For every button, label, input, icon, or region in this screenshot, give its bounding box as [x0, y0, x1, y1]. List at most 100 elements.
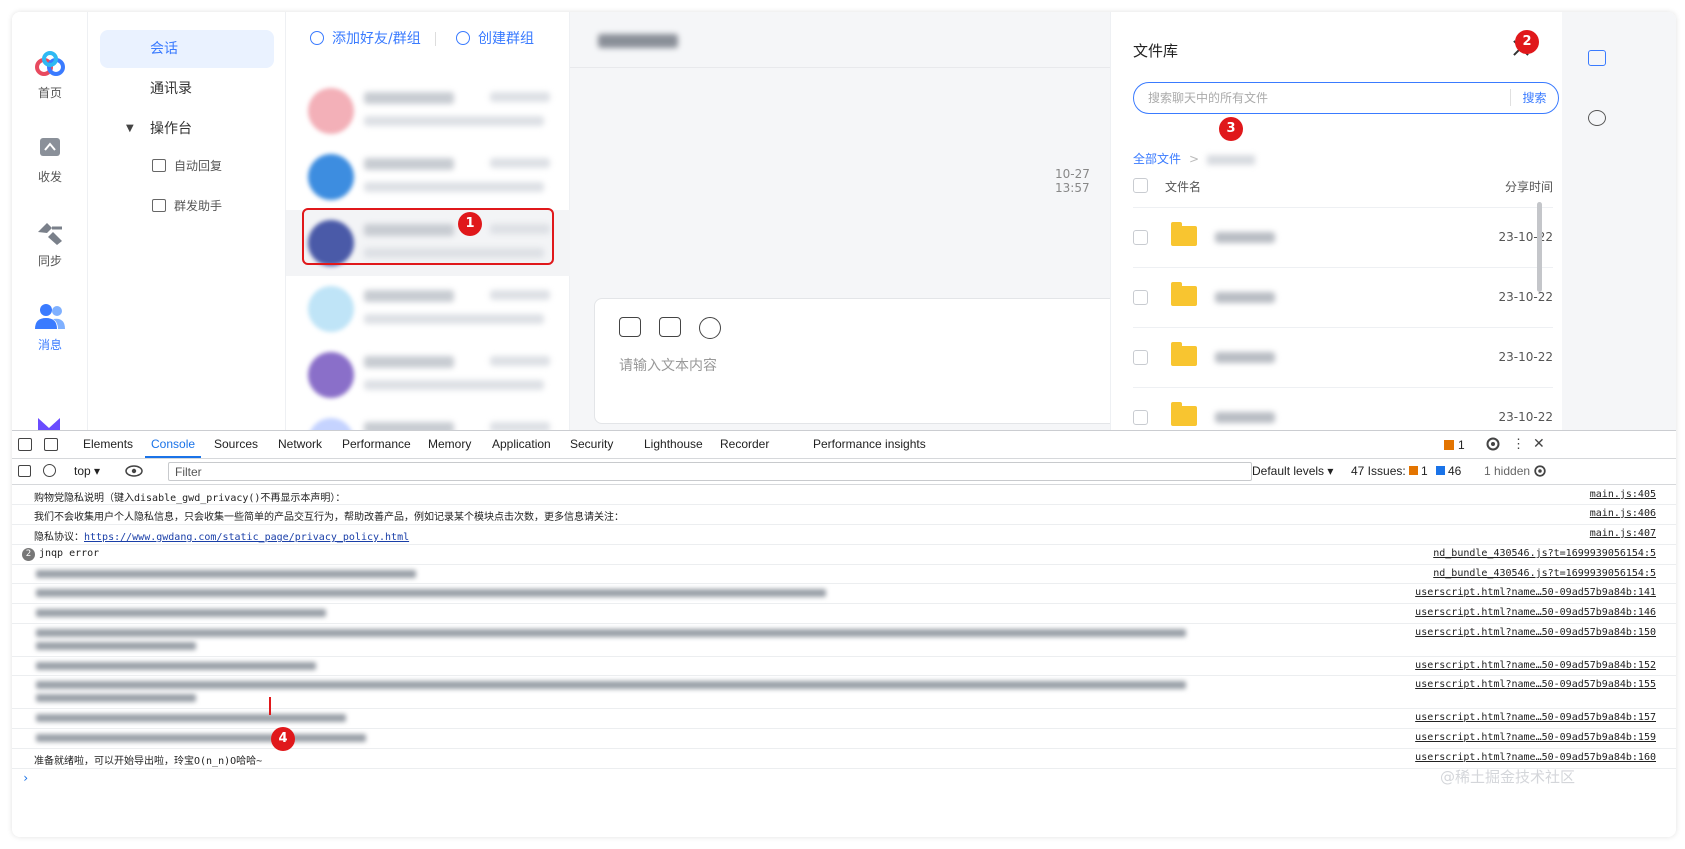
more-menu-icon[interactable]: ⋮ [1512, 436, 1525, 452]
console-filter-input[interactable] [175, 465, 1235, 479]
member-icon[interactable] [1588, 110, 1606, 126]
nav-item-sessions[interactable]: 会话 [100, 30, 274, 68]
issues-info[interactable]: 46 [1436, 464, 1461, 478]
console-source-link[interactable]: userscript.html?name…50-09ad57b9a84b:159 [1415, 732, 1656, 743]
nav-item-contacts[interactable]: 通讯录 [100, 70, 274, 108]
console-source-link[interactable]: userscript.html?name…50-09ad57b9a84b:146 [1415, 607, 1656, 618]
tab-performance[interactable]: Performance [342, 437, 411, 451]
issues-warn[interactable]: 1 [1409, 464, 1428, 478]
nav-item-auto-reply[interactable]: 自动回复 [100, 150, 274, 182]
console-source-link[interactable]: userscript.html?name…50-09ad57b9a84b:150 [1415, 627, 1656, 638]
console-source-link[interactable]: userscript.html?name…50-09ad57b9a84b:160 [1415, 752, 1656, 763]
conversation-time [490, 92, 550, 102]
console-settings-icon[interactable] [1533, 464, 1547, 478]
clear-console-icon[interactable] [43, 464, 56, 477]
tab-console[interactable]: Console [144, 437, 202, 458]
redacted-text [36, 694, 196, 702]
nav-item-console[interactable]: 操作台 [100, 110, 274, 148]
console-source-link[interactable]: userscript.html?name…50-09ad57b9a84b:157 [1415, 712, 1656, 723]
console-source-link[interactable]: userscript.html?name…50-09ad57b9a84b:141 [1415, 587, 1656, 598]
rail-sync-label: 同步 [37, 254, 62, 268]
tab-sources[interactable]: Sources [214, 437, 258, 451]
tab-lighthouse[interactable]: Lighthouse [644, 437, 703, 451]
log-levels-dropdown[interactable]: Default levels ▾ [1252, 464, 1333, 478]
console-source-link[interactable]: userscript.html?name…50-09ad57b9a84b:155 [1415, 679, 1656, 690]
file-library-panel: 文件库 搜索 全部文件 > 文件名 分享时间 23-10-22 [1110, 12, 1562, 450]
rail-sync[interactable]: 同步 [12, 218, 88, 269]
tab-recorder[interactable]: Recorder [720, 437, 769, 451]
hidden-count[interactable]: 1 hidden [1484, 464, 1530, 478]
settings-gear-icon[interactable] [1485, 436, 1501, 452]
row-checkbox[interactable] [1133, 410, 1148, 425]
message-composer[interactable]: 请输入文本内容 [594, 298, 1134, 424]
conversation-item[interactable] [286, 78, 570, 144]
close-devtools-icon[interactable]: ✕ [1533, 435, 1545, 452]
rail-send[interactable]: 收发 [12, 134, 88, 185]
emoji-icon[interactable] [699, 317, 721, 339]
redacted-text [36, 609, 326, 617]
tab-application[interactable]: Application [492, 437, 551, 451]
create-group-button[interactable]: 创建群组 [456, 28, 534, 48]
info-icon [1436, 466, 1445, 475]
rail-messages[interactable]: 消息 [12, 302, 88, 353]
console-source-link[interactable]: main.js:406 [1590, 508, 1656, 519]
console-source-link[interactable]: nd_bundle_430546.js?t=1699939056154:5 [1433, 548, 1656, 559]
file-row[interactable]: 23-10-22 [1133, 208, 1553, 268]
conversation-item[interactable] [286, 342, 570, 408]
breadcrumb-separator-icon: > [1189, 152, 1200, 166]
inspect-element-icon[interactable] [18, 438, 32, 451]
row-checkbox[interactable] [1133, 350, 1148, 365]
file-search-input[interactable] [1148, 89, 1508, 107]
file-list-scrollbar[interactable] [1537, 202, 1542, 292]
nav-item-group-send[interactable]: 群发助手 [100, 190, 274, 222]
row-checkbox[interactable] [1133, 290, 1148, 305]
row-checkbox[interactable] [1133, 230, 1148, 245]
annotation-badge-2: 2 [1515, 30, 1539, 54]
tab-memory[interactable]: Memory [428, 437, 471, 451]
privacy-link[interactable]: https://www.gwdang.com/static_page/priva… [84, 532, 409, 543]
eye-icon[interactable] [125, 465, 143, 477]
folder-icon[interactable] [619, 317, 641, 337]
devtools-panel: Elements Console Sources Network Perform… [12, 430, 1676, 837]
file-search-button[interactable]: 搜索 [1510, 89, 1558, 106]
create-group-icon [456, 31, 470, 45]
issues-label[interactable]: 47 Issues: [1351, 464, 1406, 478]
console-source-link[interactable]: nd_bundle_430546.js?t=1699939056154:5 [1433, 568, 1656, 579]
redacted-text [36, 714, 346, 722]
breadcrumb: 全部文件 > [1133, 150, 1256, 167]
redacted-text [36, 662, 316, 670]
tab-elements[interactable]: Elements [83, 437, 133, 451]
rail-home[interactable]: 首页 [12, 50, 88, 101]
select-all-checkbox[interactable] [1133, 178, 1148, 193]
sidebar-toggle-icon[interactable] [18, 465, 31, 477]
conversation-time [490, 356, 550, 366]
message-timestamp: 10-27 13:57 [1055, 167, 1090, 195]
tab-security[interactable]: Security [570, 437, 613, 451]
console-message: 2 jnqp error [22, 548, 99, 561]
issues-counter[interactable]: 1 [1444, 438, 1465, 452]
file-row[interactable]: 23-10-22 [1133, 268, 1553, 328]
file-library-icon[interactable] [1588, 50, 1606, 66]
redacted-text [36, 642, 196, 650]
annotation-badge-1: 1 [458, 212, 482, 236]
folder-icon [1171, 402, 1197, 426]
console-line: userscript.html?name…50-09ad57b9a84b:152 [12, 657, 1676, 676]
console-source-link[interactable]: main.js:407 [1590, 528, 1656, 539]
column-share-time: 分享时间 [1504, 180, 1553, 194]
tab-performance-insights[interactable]: Performance insights [813, 437, 926, 451]
add-friend-button[interactable]: 添加好友/群组 [310, 28, 421, 48]
breadcrumb-root[interactable]: 全部文件 [1133, 152, 1181, 166]
conversation-item[interactable] [286, 276, 570, 342]
screen-icon[interactable] [659, 317, 681, 337]
console-prompt[interactable]: › [22, 771, 29, 785]
message-input-placeholder[interactable]: 请输入文本内容 [619, 355, 717, 375]
conversation-item[interactable] [286, 144, 570, 210]
file-row[interactable]: 23-10-22 [1133, 328, 1553, 388]
tab-network[interactable]: Network [278, 437, 322, 451]
conversation-name [364, 158, 454, 170]
conversation-name [364, 356, 454, 368]
console-source-link[interactable]: userscript.html?name…50-09ad57b9a84b:152 [1415, 660, 1656, 671]
console-source-link[interactable]: main.js:405 [1590, 489, 1656, 500]
context-selector[interactable]: top ▾ [74, 464, 100, 478]
device-toolbar-icon[interactable] [44, 438, 58, 451]
